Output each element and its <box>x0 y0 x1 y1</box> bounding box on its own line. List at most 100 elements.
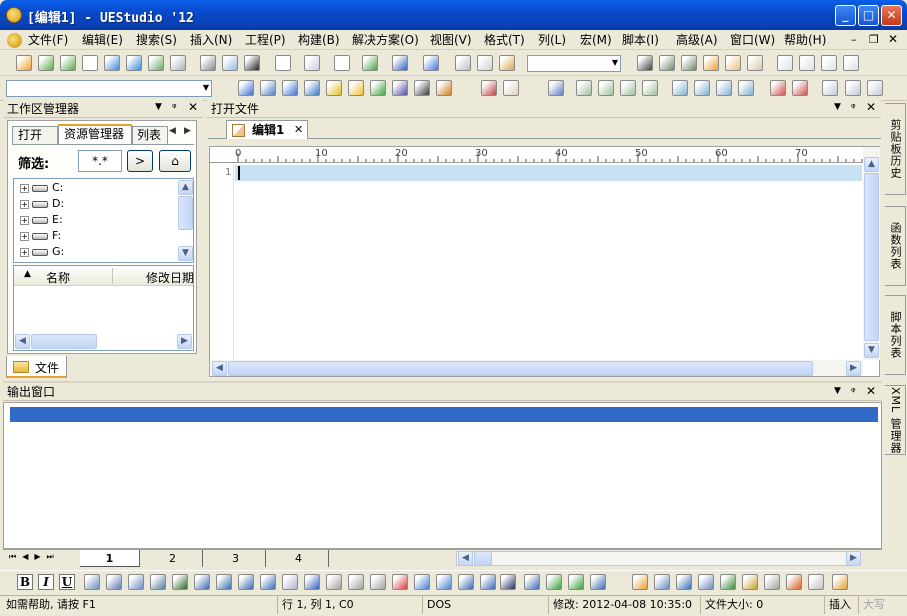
menu-item-2[interactable]: 搜索(S) <box>136 32 177 48</box>
toolbar-icon[interactable] <box>620 80 636 96</box>
format-icon[interactable] <box>500 574 516 590</box>
toolbar-icon[interactable] <box>222 55 238 71</box>
format-icon[interactable] <box>654 574 670 590</box>
toolbar-icon[interactable] <box>821 55 837 71</box>
tree-item-drive[interactable]: + C: <box>20 181 63 195</box>
current-line[interactable] <box>235 165 862 181</box>
tab-xml-manager[interactable]: XML 管理器 <box>885 385 906 455</box>
panel-close-icon[interactable]: ✕ <box>188 100 198 114</box>
tab-list[interactable]: 列表 <box>132 126 168 144</box>
toolbar-icon[interactable] <box>576 80 592 96</box>
format-icon[interactable] <box>414 574 430 590</box>
toolbar-icon[interactable] <box>747 55 763 71</box>
toolbar-icon[interactable] <box>414 80 430 96</box>
toolbar-icon[interactable] <box>548 80 564 96</box>
menu-item-5[interactable]: 构建(B) <box>298 32 340 48</box>
editor-close-icon[interactable]: ✕ <box>866 100 876 114</box>
output-dropdown-icon[interactable]: ▼ <box>834 386 841 396</box>
output-tab-1[interactable]: 1 <box>80 550 140 567</box>
format-icon[interactable] <box>786 574 802 590</box>
toolbar-icon[interactable] <box>843 55 859 71</box>
list-scroll-thumb[interactable] <box>31 334 97 349</box>
toolbar-icon[interactable] <box>738 80 754 96</box>
toolbar-icon[interactable] <box>392 55 408 71</box>
toolbar-icon[interactable] <box>304 80 320 96</box>
toolbar-icon[interactable] <box>436 80 452 96</box>
format-icon[interactable] <box>720 574 736 590</box>
tab-scroll-left-icon[interactable]: ◀ <box>169 126 176 136</box>
format-icon[interactable] <box>546 574 562 590</box>
document-icon[interactable] <box>7 33 22 48</box>
output-tab-3[interactable]: 3 <box>206 550 266 567</box>
menu-item-11[interactable]: 脚本(I) <box>622 32 659 48</box>
output-hscroll[interactable] <box>456 551 861 566</box>
close-button[interactable]: ✕ <box>881 5 902 26</box>
menu-item-14[interactable]: 帮助(H) <box>784 32 826 48</box>
output-tab-2[interactable]: 2 <box>143 550 203 567</box>
bold-icon[interactable]: B <box>17 574 33 590</box>
format-icon[interactable] <box>282 574 298 590</box>
toolbar-icon[interactable] <box>867 80 883 96</box>
mdi-close-button[interactable]: ✕ <box>888 32 898 46</box>
format-icon[interactable] <box>260 574 276 590</box>
tree-scroll-down-icon[interactable]: ▼ <box>178 246 193 261</box>
format-icon[interactable] <box>698 574 714 590</box>
format-icon[interactable] <box>326 574 342 590</box>
toolbar-icon[interactable] <box>260 80 276 96</box>
toolbar-icon[interactable] <box>481 80 497 96</box>
tree-item-drive[interactable]: + F: <box>20 229 61 243</box>
tab-explorer[interactable]: 资源管理器 <box>58 124 132 145</box>
toolbar-icon[interactable] <box>503 80 519 96</box>
toolbar-icon[interactable] <box>642 80 658 96</box>
format-icon[interactable] <box>150 574 166 590</box>
toolbar-icon[interactable] <box>82 55 98 71</box>
format-icon[interactable] <box>106 574 122 590</box>
tab-function-list[interactable]: 函数列表 <box>885 206 906 286</box>
toolbar-icon[interactable] <box>725 55 741 71</box>
maximize-button[interactable]: □ <box>858 5 879 26</box>
italic-icon[interactable]: I <box>38 574 54 590</box>
mdi-restore-button[interactable]: ❐ <box>869 33 879 46</box>
expand-icon[interactable]: + <box>20 215 29 225</box>
menu-item-6[interactable]: 解决方案(O) <box>352 32 419 48</box>
toolbar-icon[interactable] <box>38 55 54 71</box>
output-scroll-right-icon[interactable]: ▶ <box>846 551 861 566</box>
toolbar-icon[interactable] <box>499 55 515 71</box>
toolbar-icon[interactable] <box>334 55 350 71</box>
hscroll-left-icon[interactable]: ◀ <box>212 361 227 376</box>
toolbar-icon[interactable] <box>304 55 320 71</box>
panel-dropdown-icon[interactable]: ▼ <box>155 102 162 112</box>
toolbar-icon[interactable] <box>148 55 164 71</box>
toolbar-icon[interactable] <box>455 55 471 71</box>
toolbar-icon[interactable] <box>637 55 653 71</box>
output-scroll-thumb[interactable] <box>474 551 492 566</box>
toolbar-icon[interactable] <box>770 80 786 96</box>
format-icon[interactable] <box>568 574 584 590</box>
text-area[interactable] <box>235 181 862 360</box>
font-select[interactable]: ▼ <box>527 55 621 72</box>
format-icon[interactable] <box>172 574 188 590</box>
format-icon[interactable] <box>764 574 780 590</box>
toolbar-icon[interactable] <box>659 55 675 71</box>
editor-dropdown-icon[interactable]: ▼ <box>834 102 841 112</box>
editor-pin-icon[interactable]: ᵠ <box>851 101 856 114</box>
format-icon[interactable] <box>128 574 144 590</box>
format-icon[interactable] <box>632 574 648 590</box>
toolbar-icon[interactable] <box>681 55 697 71</box>
format-icon[interactable] <box>348 574 364 590</box>
format-icon[interactable] <box>238 574 254 590</box>
column-modified[interactable]: 修改日期 <box>146 269 194 286</box>
hscroll-thumb[interactable] <box>228 361 813 376</box>
toolbar-icon[interactable] <box>170 55 186 71</box>
tab-scroll-right-icon[interactable]: ▶ <box>184 126 191 136</box>
format-icon[interactable] <box>436 574 452 590</box>
format-icon[interactable] <box>480 574 496 590</box>
expand-icon[interactable]: + <box>20 199 29 209</box>
toolbar-icon[interactable] <box>362 55 378 71</box>
menu-item-1[interactable]: 编辑(E) <box>82 32 123 48</box>
format-icon[interactable] <box>194 574 210 590</box>
menu-item-4[interactable]: 工程(P) <box>245 32 286 48</box>
toolbar-icon[interactable] <box>244 55 260 71</box>
toolbar-icon[interactable] <box>792 80 808 96</box>
format-icon[interactable] <box>84 574 100 590</box>
